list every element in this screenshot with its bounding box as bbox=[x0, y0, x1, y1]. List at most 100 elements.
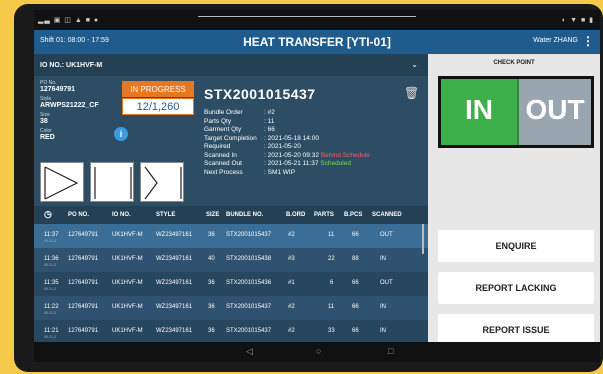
row-po: 127649791 bbox=[68, 328, 99, 334]
row-size: 36 bbox=[208, 232, 215, 238]
table-row[interactable]: 11:35 05-21-2 127649791 UK1HVF-M WZ23497… bbox=[34, 272, 428, 296]
table-row[interactable]: 11:21 05-21-2 127649791 UK1HVF-M WZ23497… bbox=[34, 320, 428, 344]
row-style: WZ23497161 bbox=[156, 280, 193, 286]
io-selector[interactable]: IO NO.: UK1HVF-M ⌄ bbox=[34, 54, 428, 76]
io-label: IO NO.: UK1HVF-M bbox=[40, 62, 103, 69]
row-scanned: IN bbox=[380, 304, 386, 310]
behind-schedule-note: Behind Schedule bbox=[320, 151, 370, 159]
row-parts: 11 bbox=[328, 304, 335, 310]
detail-key: Parts Qty bbox=[204, 117, 232, 125]
detail-row: Bundle Order: #2 bbox=[204, 109, 370, 118]
row-time: 11:37 bbox=[44, 232, 59, 238]
garment-sketch-icon bbox=[94, 167, 132, 199]
detail-row: Scanned In: 2021-05-20 09:32 Behind Sche… bbox=[204, 152, 370, 161]
row-scanned: IN bbox=[380, 328, 386, 334]
status-badge: IN PROGRESS bbox=[122, 81, 194, 97]
row-bundle: STX2001015436 bbox=[226, 280, 272, 286]
row-bundle: STX2001015438 bbox=[226, 256, 272, 262]
row-scanned: IN bbox=[380, 256, 386, 262]
row-po: 127649791 bbox=[68, 280, 99, 286]
page-title: HEAT TRANSFER [YTI-01] bbox=[243, 35, 391, 49]
home-icon[interactable]: ○ bbox=[316, 346, 321, 356]
row-size: 40 bbox=[208, 256, 215, 262]
row-style: WZ23497161 bbox=[156, 232, 193, 238]
detail-key: Required bbox=[204, 143, 231, 150]
detail-row: Required : 2021-05-20 bbox=[204, 143, 370, 152]
row-date: 05-21-2 bbox=[44, 239, 57, 243]
user-name[interactable]: Water ZHANG bbox=[533, 37, 578, 44]
enquire-button[interactable]: ENQUIRE bbox=[438, 230, 594, 262]
detail-value: : 2021-05-18 14:00 bbox=[264, 134, 319, 142]
trash-icon[interactable]: 🗑 bbox=[404, 86, 419, 100]
checkpoint-title: CHECK POINT bbox=[493, 60, 535, 66]
table-row[interactable]: 11:36 05-21-2 127649791 UK1HVF-M WZ23497… bbox=[34, 248, 428, 272]
row-parts: 33 bbox=[328, 328, 335, 334]
row-date: 05-21-2 bbox=[44, 263, 57, 267]
row-po: 127649791 bbox=[68, 256, 99, 262]
out-button[interactable]: OUT bbox=[519, 79, 591, 145]
row-io: UK1HVF-M bbox=[112, 232, 143, 238]
row-scanned: OUT bbox=[380, 280, 393, 286]
chevron-down-icon[interactable]: ⌄ bbox=[411, 60, 418, 69]
row-bord: #2 bbox=[288, 232, 295, 238]
android-nav-bar: ◁ ○ □ bbox=[34, 342, 600, 362]
col-size: SIZE bbox=[206, 212, 220, 218]
row-bundle: STX2001015437 bbox=[226, 328, 272, 334]
col-parts: PARTS bbox=[314, 212, 334, 218]
row-size: 36 bbox=[208, 280, 215, 286]
back-icon[interactable]: ◁ bbox=[246, 346, 253, 357]
more-menu-icon[interactable]: ⋮ bbox=[582, 34, 594, 48]
row-po: 127649791 bbox=[68, 232, 99, 238]
detail-key: Scanned In bbox=[204, 151, 237, 159]
row-date: 05-21-2 bbox=[44, 287, 57, 291]
row-size: 36 bbox=[208, 328, 215, 334]
row-style: WZ23497161 bbox=[156, 328, 193, 334]
in-button[interactable]: IN bbox=[441, 79, 517, 145]
col-scanned: SCANNED bbox=[372, 212, 402, 218]
row-date: 05-21-2 bbox=[44, 311, 57, 315]
row-bundle: STX2001015437 bbox=[226, 304, 272, 310]
detail-value: : SM1 WIP bbox=[264, 168, 296, 176]
row-bord: #3 bbox=[288, 256, 295, 262]
size-value: 38 bbox=[40, 118, 48, 125]
table-scrollbar[interactable] bbox=[422, 224, 424, 254]
detail-row: Target Completion : 2021-05-18 14:00 bbox=[204, 135, 370, 144]
garment-thumbnail[interactable] bbox=[140, 162, 184, 202]
checkpoint-toggle: IN OUT bbox=[438, 76, 594, 148]
bundle-pane: IO NO.: UK1HVF-M ⌄ PO No. 127649791 Styl… bbox=[34, 54, 428, 344]
info-icon[interactable]: i bbox=[114, 127, 128, 141]
table-row[interactable]: 11:37 05-21-2 127649791 UK1HVF-M WZ23497… bbox=[34, 224, 428, 248]
garment-thumbnail[interactable] bbox=[40, 162, 84, 202]
row-io: UK1HVF-M bbox=[112, 328, 143, 334]
row-style: WZ23497161 bbox=[156, 304, 193, 310]
detail-row: Garment Qty : 66 bbox=[204, 126, 370, 135]
detail-value: : 66 bbox=[264, 126, 275, 133]
detail-row: Scanned Out: 2021-05-21 11:37 Scheduled bbox=[204, 160, 370, 169]
row-bord: #2 bbox=[288, 304, 295, 310]
row-bpcs: 66 bbox=[352, 328, 359, 334]
detail-key: Bundle Order bbox=[204, 109, 243, 116]
detail-key: Scanned Out bbox=[204, 160, 242, 167]
row-time: 11:36 bbox=[44, 256, 59, 262]
detail-key: Next Process bbox=[204, 168, 243, 176]
detail-key: Garment Qty bbox=[204, 126, 242, 133]
detail-key: Target Completion bbox=[204, 134, 257, 142]
row-parts: 6 bbox=[330, 280, 334, 286]
status-icons-left: ▂▃ ▣ ◫ ▲ ■ ● bbox=[38, 17, 100, 24]
row-io: UK1HVF-M bbox=[112, 304, 143, 310]
detail-row: Parts Qty : 11 bbox=[204, 118, 370, 127]
report-lacking-button[interactable]: REPORT LACKING bbox=[438, 272, 594, 304]
clock-icon: ◷ bbox=[44, 209, 52, 219]
recent-apps-icon[interactable]: □ bbox=[388, 346, 393, 356]
app-header: Shift 01: 08:00 - 17:59 HEAT TRANSFER [Y… bbox=[34, 30, 600, 54]
row-bpcs: 66 bbox=[352, 232, 359, 238]
detail-value: : 11 bbox=[264, 117, 275, 125]
detail-value: : 2021-05-20 bbox=[264, 143, 301, 150]
table-row[interactable]: 11:22 05-21-2 127649791 UK1HVF-M WZ23497… bbox=[34, 296, 428, 320]
bundle-number: STX2001015437 bbox=[204, 86, 316, 102]
scheduled-note: Scheduled bbox=[320, 160, 351, 167]
garment-thumbnail[interactable] bbox=[90, 162, 134, 202]
bundle-card: PO No. 127649791 Style ARWPS21222_CF Siz… bbox=[34, 76, 428, 206]
row-time: 11:21 bbox=[44, 328, 59, 334]
row-size: 36 bbox=[208, 304, 215, 310]
